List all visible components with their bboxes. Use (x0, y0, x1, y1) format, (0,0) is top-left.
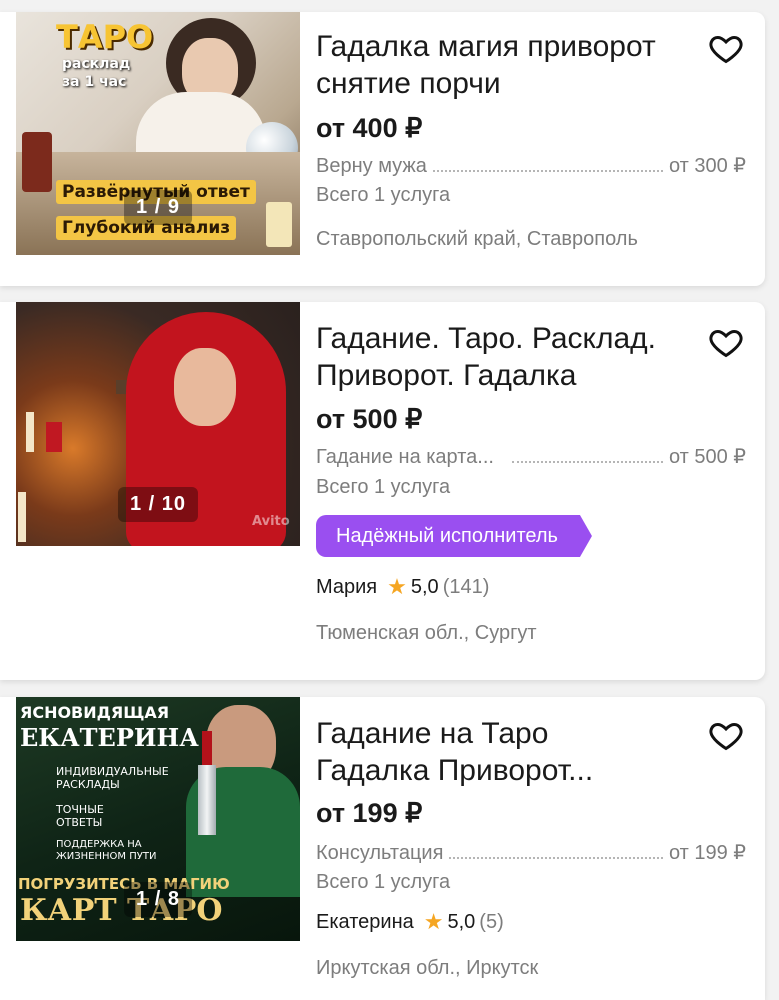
review-count: (5) (479, 910, 504, 933)
services-total: Всего 1 услуга (316, 476, 451, 498)
image-name-text: ЕКАТЕРИНА (20, 723, 199, 752)
dotted-leader (432, 156, 663, 172)
red-candle (202, 731, 212, 765)
listing-title[interactable]: Гадание. Таро. Расклад. Приворот. Гадалк… (316, 320, 706, 394)
rating: 5,0 (410, 575, 439, 598)
favorite-heart-icon[interactable] (707, 324, 745, 360)
services-total: Всего 1 услуга (316, 871, 451, 893)
candle (18, 492, 26, 542)
image-sub2: за 1 час (62, 74, 127, 90)
location: Тюменская обл., Сургут (316, 622, 537, 644)
candles (22, 132, 52, 192)
image-feature-1: ИНДИВИДУАЛЬНЫЕ РАСКЛАДЫ (56, 765, 169, 791)
rating: 5,0 (447, 910, 476, 933)
listing-title[interactable]: Гадалка магия приворот снятие порчи (316, 28, 706, 102)
image-feature-3: ПОДДЕРЖКА НА ЖИЗНЕННОМ ПУТИ (56, 839, 157, 862)
image-cta-2: КАРТ ТАРО (20, 893, 223, 928)
services-total: Всего 1 услуга (316, 184, 451, 206)
photo-counter: 1 / 8 (124, 882, 192, 917)
candle-holder (198, 765, 216, 835)
service-name: Консультация (316, 842, 444, 864)
dotted-leader (449, 843, 663, 859)
service-price: от 300 ₽ (668, 155, 746, 177)
reliable-performer-badge: Надёжный исполнитель (316, 515, 592, 557)
star-icon: ★ (387, 574, 407, 599)
photo-counter: 1 / 10 (117, 487, 199, 522)
candle (46, 422, 62, 452)
location: Иркутская обл., Иркутск (316, 957, 539, 979)
service-price: от 199 ₽ (668, 842, 746, 864)
listing-photo[interactable]: ТАРО расклад за 1 час Развёрнутый ответ … (16, 12, 300, 255)
review-count: (141) (442, 575, 490, 598)
candle (266, 202, 292, 247)
star-icon: ★ (423, 909, 444, 934)
listing-photo[interactable]: ЯСНОВИДЯЩАЯ ЕКАТЕРИНА ИНДИВИДУАЛЬНЫЕ РАС… (16, 697, 300, 941)
favorite-heart-icon[interactable] (707, 717, 745, 753)
service-row[interactable]: Верну мужа от 300 ₽ (316, 153, 746, 178)
listing-card[interactable]: ЯСНОВИДЯЩАЯ ЕКАТЕРИНА ИНДИВИДУАЛЬНЫЕ РАС… (0, 697, 765, 1000)
image-top-text: ЯСНОВИДЯЩАЯ (20, 703, 170, 722)
photo-counter: 1 / 9 (124, 190, 192, 225)
seller-name: Екатерина (316, 910, 414, 933)
image-feature-2: ТОЧНЫЕ ОТВЕТЫ (56, 803, 104, 829)
favorite-heart-icon[interactable] (707, 30, 745, 66)
person-face (174, 348, 236, 426)
image-sub1: расклад (62, 56, 131, 72)
watermark: Avito (252, 514, 290, 529)
seller-name: Мария (316, 575, 378, 598)
listing-price: от 500 ₽ (316, 404, 423, 434)
listing-card[interactable]: Avito 1 / 10 Гадание. Таро. Расклад. При… (0, 302, 765, 680)
dotted-leader (511, 447, 663, 463)
seller-info[interactable]: Екатерина ★ 5,0 (5) (316, 909, 504, 935)
location: Ставропольский край, Ставрополь (316, 228, 638, 250)
listing-card[interactable]: ТАРО расклад за 1 час Развёрнутый ответ … (0, 12, 765, 286)
service-price: от 500 ₽ (668, 446, 746, 468)
service-name: Гадание на карта... (316, 446, 494, 468)
service-name: Верну мужа (316, 155, 427, 177)
listing-price: от 400 ₽ (316, 113, 423, 143)
image-headline: ТАРО (56, 18, 154, 56)
candle (26, 412, 34, 452)
seller-info[interactable]: Мария ★ 5,0 (141) (316, 574, 489, 600)
listing-photo[interactable]: Avito 1 / 10 (16, 302, 300, 546)
listing-price: от 199 ₽ (316, 798, 423, 828)
listing-title[interactable]: Гадание на Таро Гадалка Приворот... (316, 715, 656, 789)
service-row[interactable]: Консультация от 199 ₽ (316, 840, 746, 865)
service-row[interactable]: Гадание на карта... от 500 ₽ (316, 444, 746, 469)
